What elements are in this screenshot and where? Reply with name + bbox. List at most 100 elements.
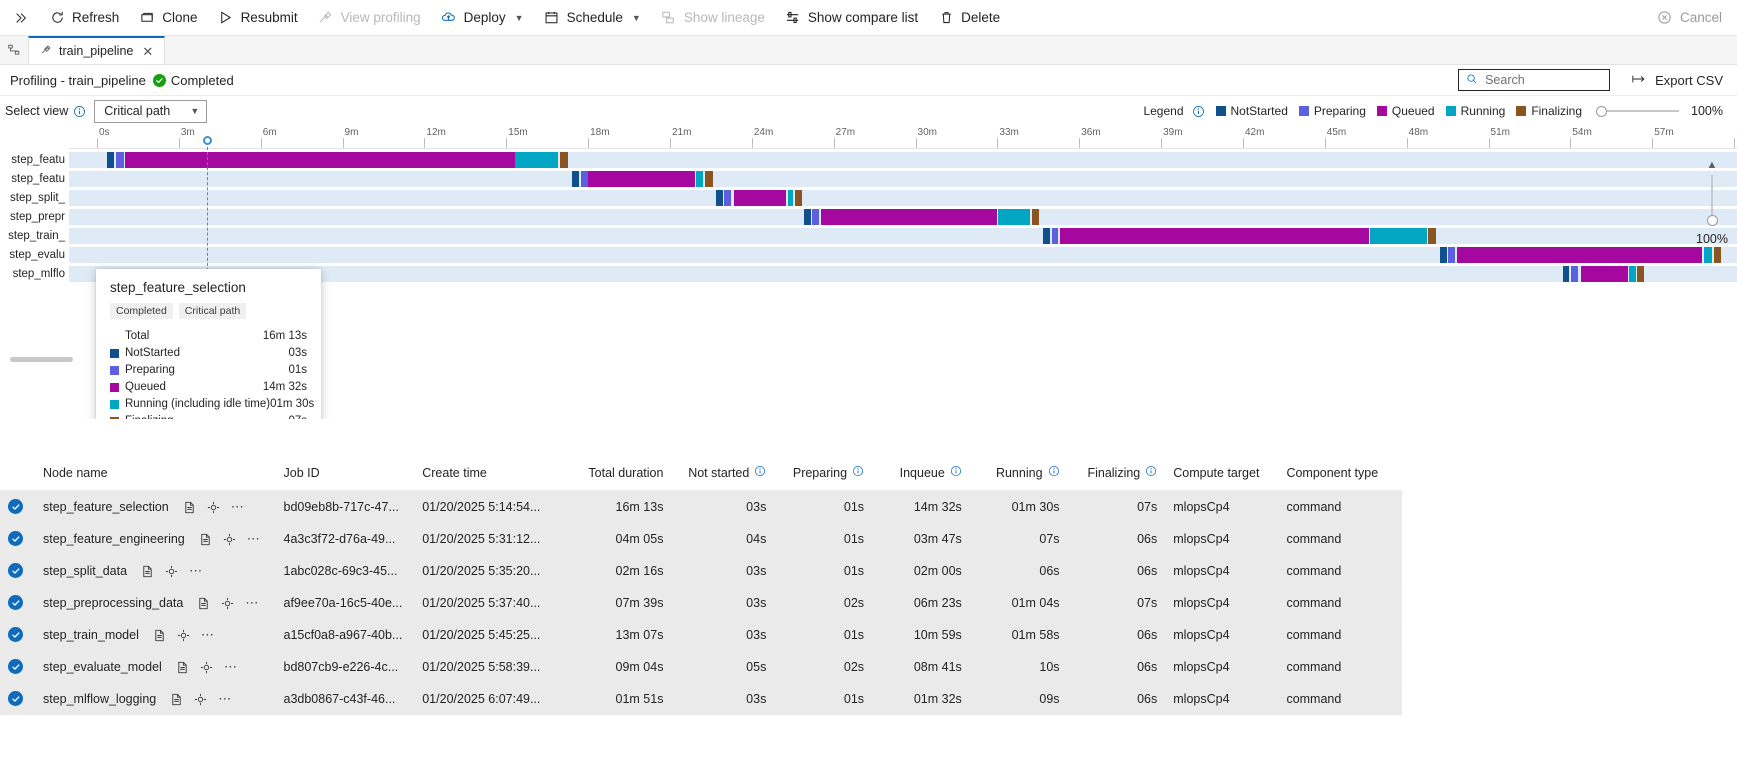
file-icon[interactable]: [153, 629, 166, 642]
zoom-slider-track[interactable]: [1607, 110, 1680, 112]
th-not-started[interactable]: Not started: [671, 455, 775, 491]
gantt-segment-running[interactable]: [1370, 228, 1427, 244]
resubmit-button[interactable]: Resubmit: [209, 5, 307, 31]
more-icon[interactable]: ⋯: [218, 691, 232, 707]
file-icon[interactable]: [183, 501, 196, 514]
gantt-segment-running[interactable]: [998, 209, 1030, 225]
expand-chevrons-button[interactable]: [4, 5, 38, 31]
table-row[interactable]: step_mlflow_logging ⋯ a3db0867-c43f-46... 0…: [0, 683, 1402, 715]
zoom-slider-handle[interactable]: [1596, 105, 1608, 117]
target-icon[interactable]: [200, 661, 213, 674]
file-icon[interactable]: [176, 661, 189, 674]
gantt-segment-notstarted[interactable]: [1562, 266, 1570, 282]
th-select-all[interactable]: [0, 455, 35, 491]
file-icon[interactable]: [141, 565, 154, 578]
gantt-segment-running[interactable]: [515, 152, 559, 168]
gantt-playhead-handle[interactable]: [203, 136, 212, 145]
gantt-vertical-zoom[interactable]: ▲ 100%: [1695, 160, 1729, 247]
gantt-segment-finalizing[interactable]: [704, 171, 713, 187]
target-icon[interactable]: [194, 693, 207, 706]
gantt-row[interactable]: [69, 209, 1737, 225]
gantt-segment-running[interactable]: [1629, 266, 1636, 282]
gantt-row[interactable]: [69, 152, 1737, 168]
gantt-segment-queued[interactable]: [734, 190, 786, 206]
gantt-segment-queued[interactable]: [1581, 266, 1628, 282]
gantt-segment-notstarted[interactable]: [1439, 247, 1447, 263]
info-icon[interactable]: [1145, 465, 1157, 480]
gantt-segment-notstarted[interactable]: [804, 209, 811, 225]
target-icon[interactable]: [223, 533, 236, 546]
th-inqueue[interactable]: Inqueue: [872, 455, 970, 491]
export-csv-button[interactable]: Export CSV: [1632, 73, 1723, 88]
select-view-dropdown[interactable]: Critical path ▼: [94, 99, 208, 123]
vertical-zoom-handle[interactable]: [1706, 215, 1718, 226]
table-row[interactable]: step_preprocessing_data ⋯ af9ee70a-16c5-40…: [0, 587, 1402, 619]
info-icon[interactable]: [950, 465, 962, 480]
gantt-segment-preparing[interactable]: [724, 190, 732, 206]
file-icon[interactable]: [170, 693, 183, 706]
th-running[interactable]: Running: [969, 455, 1068, 491]
more-icon[interactable]: ⋯: [231, 499, 245, 515]
zoom-in-icon[interactable]: ▲: [1695, 160, 1729, 171]
close-icon[interactable]: ✕: [140, 45, 155, 58]
th-compute-target[interactable]: Compute target: [1165, 455, 1279, 491]
gantt-row[interactable]: [69, 171, 1737, 187]
th-create-time[interactable]: Create time: [414, 455, 564, 491]
gantt-segment-preparing[interactable]: [1448, 247, 1455, 263]
table-row[interactable]: step_split_data ⋯ 1abc028c-69c3-45... 01/20…: [0, 555, 1402, 587]
gantt-segment-notstarted[interactable]: [106, 152, 115, 168]
schedule-button[interactable]: Schedule ▼: [535, 5, 650, 31]
gantt-segment-notstarted[interactable]: [1043, 228, 1050, 244]
cancel-button[interactable]: Cancel: [1648, 5, 1731, 31]
table-row[interactable]: step_feature_engineering ⋯ 4a3c3f72-d76a-4…: [0, 523, 1402, 555]
refresh-button[interactable]: Refresh: [40, 5, 128, 31]
th-node-name[interactable]: Node name: [34, 455, 276, 491]
gantt-segment-queued[interactable]: [1059, 228, 1369, 244]
more-icon[interactable]: ⋯: [245, 595, 259, 611]
th-total-duration[interactable]: Total duration: [563, 455, 672, 491]
more-icon[interactable]: ⋯: [224, 659, 238, 675]
target-icon[interactable]: [221, 597, 234, 610]
gantt-segment-preparing[interactable]: [812, 209, 820, 225]
gantt-row[interactable]: [69, 247, 1737, 263]
gantt-segment-notstarted[interactable]: [716, 190, 723, 206]
gantt-segment-finalizing[interactable]: [560, 152, 569, 168]
info-icon[interactable]: [1048, 465, 1060, 480]
search-input[interactable]: Search: [1458, 69, 1611, 91]
file-icon[interactable]: [197, 597, 210, 610]
gantt-segment-queued[interactable]: [820, 209, 997, 225]
file-icon[interactable]: [199, 533, 212, 546]
gantt-segment-finalizing[interactable]: [1713, 247, 1722, 263]
info-icon[interactable]: [754, 465, 766, 480]
view-profiling-button[interactable]: View profiling: [309, 5, 430, 31]
table-row[interactable]: step_train_model ⋯ a15cf0a8-a967-40b... 01/…: [0, 619, 1402, 651]
info-icon[interactable]: [73, 105, 86, 118]
show-compare-list-button[interactable]: Show compare list: [776, 5, 927, 31]
th-job-id[interactable]: Job ID: [275, 455, 415, 491]
th-component-type[interactable]: Component type: [1278, 455, 1402, 491]
gantt-segment-queued[interactable]: [1456, 247, 1703, 263]
more-icon[interactable]: ⋯: [247, 531, 261, 547]
delete-button[interactable]: Delete: [929, 5, 1009, 31]
gantt-segment-preparing[interactable]: [580, 171, 588, 187]
target-icon[interactable]: [165, 565, 178, 578]
show-lineage-button[interactable]: Show lineage: [652, 5, 774, 31]
target-icon[interactable]: [177, 629, 190, 642]
clone-button[interactable]: Clone: [130, 5, 206, 31]
gantt-horizontal-scrollbar[interactable]: [10, 357, 73, 362]
vertical-zoom-track[interactable]: [1711, 175, 1713, 215]
target-icon[interactable]: [207, 501, 220, 514]
gantt-row[interactable]: [69, 190, 1737, 206]
deploy-button[interactable]: Deploy ▼: [432, 5, 533, 31]
tab-train-pipeline[interactable]: train_pipeline ✕: [28, 36, 166, 64]
gantt-segment-finalizing[interactable]: [1428, 228, 1436, 244]
table-row[interactable]: step_feature_selection ⋯ bd09eb8b-717c-47.…: [0, 490, 1402, 523]
gantt-segment-running[interactable]: [787, 190, 794, 206]
info-icon[interactable]: [852, 465, 864, 480]
gantt-segment-queued[interactable]: [125, 152, 516, 168]
gantt-segment-queued[interactable]: [588, 171, 695, 187]
gantt-segment-notstarted[interactable]: [571, 171, 580, 187]
table-row[interactable]: step_evaluate_model ⋯ bd807cb9-e226-4c... 0…: [0, 651, 1402, 683]
gantt-segment-finalizing[interactable]: [1031, 209, 1040, 225]
zoom-slider[interactable]: [1596, 105, 1680, 117]
